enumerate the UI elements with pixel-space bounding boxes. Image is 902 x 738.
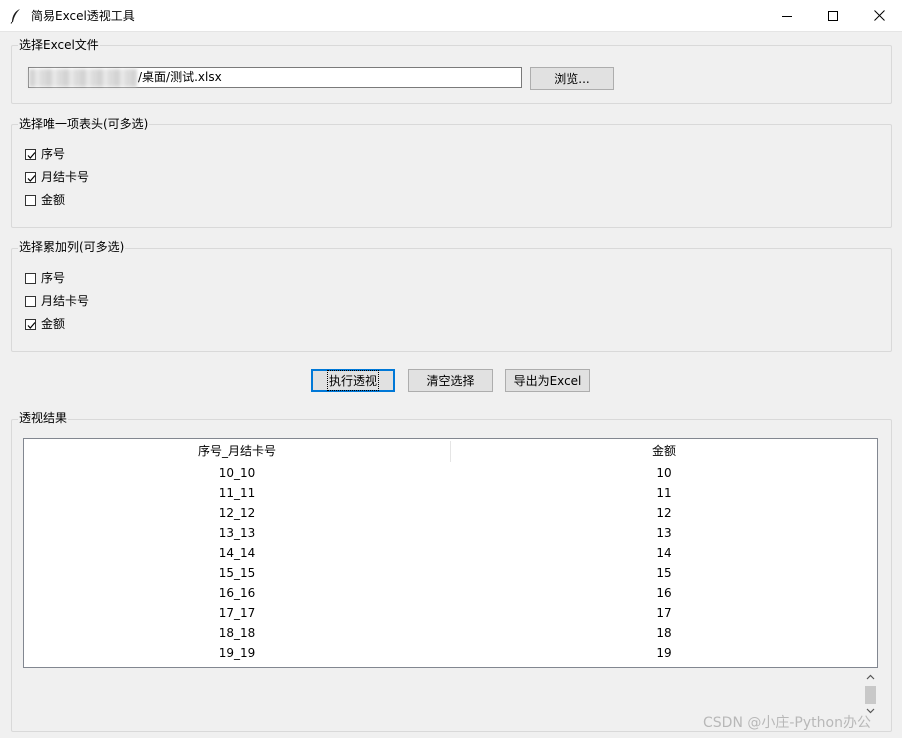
unique-header-section-label: 选择唯一项表头(可多选): [18, 117, 150, 131]
vertical-scrollbar[interactable]: [862, 670, 879, 718]
header-checkbox-row[interactable]: 序号: [25, 146, 65, 162]
table-cell: 16_16: [218, 586, 256, 600]
close-button[interactable]: [856, 0, 902, 31]
browse-button[interactable]: 浏览...: [530, 67, 614, 90]
table-cell: 19: [656, 646, 672, 660]
table-cell: 15: [656, 566, 672, 580]
maximize-icon: [828, 10, 838, 21]
checkbox-unchecked[interactable]: [25, 295, 36, 307]
table-row[interactable]: 10_10 10: [24, 463, 877, 483]
table-cell: 15_15: [218, 566, 256, 580]
close-icon: [873, 10, 885, 21]
table-cell: 14_14: [218, 546, 256, 560]
table-row[interactable]: 13_13 13: [24, 523, 877, 543]
table-cell: 13: [656, 526, 672, 540]
table-row[interactable]: 19_19 19: [24, 643, 877, 663]
checkbox-checked[interactable]: [25, 148, 36, 160]
checkbox-label: 月结卡号: [41, 170, 90, 184]
table-row[interactable]: 14_14 14: [24, 543, 877, 563]
sum-checkbox-row[interactable]: 金额: [25, 316, 65, 332]
checkbox-label: 金额: [41, 317, 66, 331]
sum-column-section-label: 选择累加列(可多选): [18, 240, 126, 254]
checkbox-unchecked[interactable]: [25, 272, 36, 284]
result-table[interactable]: 序号_月结卡号 金额 10_10 10 11_11 11 12_12 12 13…: [23, 438, 878, 668]
minimize-icon: [782, 15, 792, 17]
table-cell: 18: [656, 626, 672, 640]
clear-selection-button[interactable]: 清空选择: [408, 369, 493, 392]
checkbox-checked[interactable]: [25, 318, 36, 330]
scrollbar-thumb[interactable]: [865, 686, 876, 704]
table-cell: 16: [656, 586, 672, 600]
table-cell: 17_17: [218, 606, 256, 620]
checkbox-checked[interactable]: [25, 171, 36, 183]
table-row[interactable]: 18_18 18: [24, 623, 877, 643]
table-cell: 10: [656, 466, 672, 480]
column-header[interactable]: 金额: [451, 439, 877, 463]
checkbox-unchecked[interactable]: [25, 194, 36, 206]
checkbox-label: 月结卡号: [41, 294, 90, 308]
checkbox-label: 金额: [41, 193, 66, 207]
table-row[interactable]: 15_15 15: [24, 563, 877, 583]
table-row[interactable]: 11_11 11: [24, 483, 877, 503]
table-header: 序号_月结卡号 金额: [24, 439, 877, 463]
table-cell: 18_18: [218, 626, 256, 640]
window-title: 简易Excel透视工具: [31, 9, 135, 23]
table-row[interactable]: 16_16 16: [24, 583, 877, 603]
table-cell: 12_12: [218, 506, 256, 520]
table-cell: 13_13: [218, 526, 256, 540]
watermark: CSDN @小庄-Python办公: [703, 715, 871, 731]
header-checkbox-row[interactable]: 金额: [25, 192, 65, 208]
export-excel-button[interactable]: 导出为Excel: [505, 369, 590, 392]
scroll-up-arrow-icon[interactable]: [862, 672, 879, 682]
result-section-label: 透视结果: [18, 411, 69, 425]
minimize-button[interactable]: [764, 0, 810, 31]
table-cell: 19_19: [218, 646, 256, 660]
browse-button-label: 浏览...: [554, 72, 590, 86]
file-path-input[interactable]: /桌面/测试.xlsx: [28, 67, 522, 88]
sum-column-section: [11, 248, 892, 352]
export-excel-label: 导出为Excel: [513, 374, 582, 388]
table-cell: 11: [656, 486, 672, 500]
file-path-text: /桌面/测试.xlsx: [138, 70, 222, 84]
unique-header-section: [11, 124, 892, 228]
header-checkbox-row[interactable]: 月结卡号: [25, 169, 89, 185]
sum-checkbox-row[interactable]: 序号: [25, 270, 65, 286]
table-cell: 10_10: [218, 466, 256, 480]
checkbox-label: 序号: [41, 147, 66, 161]
run-pivot-button[interactable]: 执行透视: [311, 369, 395, 392]
feather-icon: [10, 8, 22, 24]
run-pivot-label: 执行透视: [326, 370, 380, 391]
sum-checkbox-row[interactable]: 月结卡号: [25, 293, 89, 309]
table-cell: 11_11: [218, 486, 256, 500]
table-row[interactable]: 12_12 12: [24, 503, 877, 523]
clear-selection-label: 清空选择: [426, 374, 475, 388]
title-bar: 简易Excel透视工具: [0, 0, 902, 32]
maximize-button[interactable]: [810, 0, 856, 31]
table-row[interactable]: 17_17 17: [24, 603, 877, 623]
table-cell: 14: [656, 546, 672, 560]
table-cell: 12: [656, 506, 672, 520]
checkbox-label: 序号: [41, 271, 66, 285]
redacted-path: [29, 69, 137, 87]
column-header[interactable]: 序号_月结卡号: [24, 439, 450, 463]
table-cell: 17: [656, 606, 672, 620]
file-section-label: 选择Excel文件: [18, 38, 100, 52]
